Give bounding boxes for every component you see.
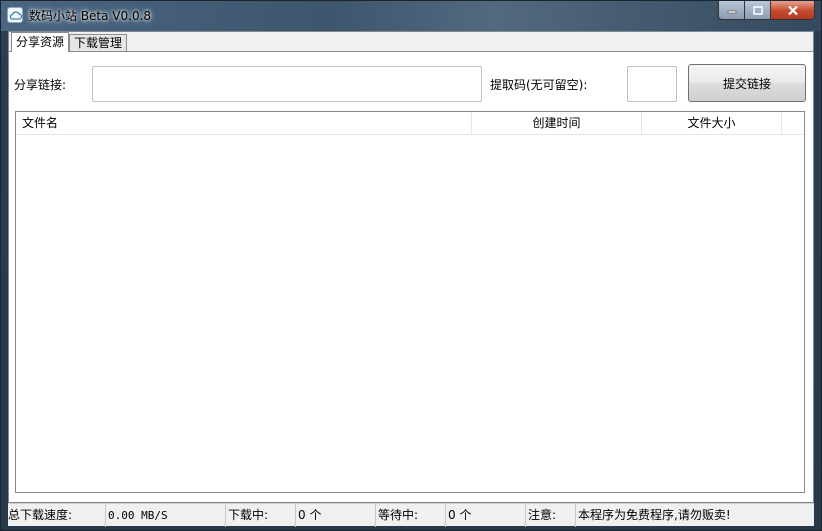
share-link-label: 分享链接: [14,78,67,92]
column-header-filename[interactable]: 文件名 [16,112,472,135]
share-link-input[interactable] [92,66,482,102]
client-area: 分享资源 下载管理 分享链接: 提取码(无可留空): 提交链接 文件名 创建时间… [8,31,814,503]
minimize-icon [727,10,736,14]
waiting-count: 0 个 [446,504,526,527]
total-speed-label: 总下载速度: [8,504,106,527]
maximize-icon [752,5,763,15]
tab-strip: 分享资源 下载管理 [11,32,128,52]
total-speed-value: 0.00 MB/S [106,504,226,527]
extract-code-input[interactable] [627,66,677,102]
app-window: 数码小站 Beta V0.0.8 分享资源 下载管理 分享链接: 提取码(无可留… [0,0,822,531]
downloading-label: 下载中: [226,504,296,527]
window-controls [718,1,815,21]
minimize-button[interactable] [718,1,745,20]
window-title: 数码小站 Beta V0.0.8 [29,9,152,23]
tab-share-resources[interactable]: 分享资源 [11,32,70,52]
file-list-header: 文件名 创建时间 文件大小 [16,112,804,135]
downloading-count: 0 个 [296,504,376,527]
maximize-button[interactable] [745,1,771,20]
submit-link-button[interactable]: 提交链接 [688,64,806,102]
status-bar: 总下载速度: 0.00 MB/S 下载中: 0 个 等待中: 0 个 注意: 本… [8,503,814,527]
file-list[interactable]: 文件名 创建时间 文件大小 [15,111,805,493]
tab-download-manager[interactable]: 下载管理 [69,34,128,52]
close-button[interactable] [771,1,815,20]
share-panel: 分享链接: 提取码(无可留空): 提交链接 文件名 创建时间 文件大小 [9,51,813,502]
notice-text: 本程序为免费程序,请勿贩卖! [578,508,731,522]
extract-code-label: 提取码(无可留空): [490,78,588,92]
cloud-icon[interactable] [7,7,23,23]
title-bar[interactable]: 数码小站 Beta V0.0.8 [1,1,821,31]
column-header-file-size[interactable]: 文件大小 [642,112,782,135]
column-header-filler [782,112,804,135]
close-icon [787,5,798,15]
waiting-label: 等待中: [376,504,446,527]
column-header-created-time[interactable]: 创建时间 [472,112,642,135]
notice-label: 注意: [526,504,576,527]
